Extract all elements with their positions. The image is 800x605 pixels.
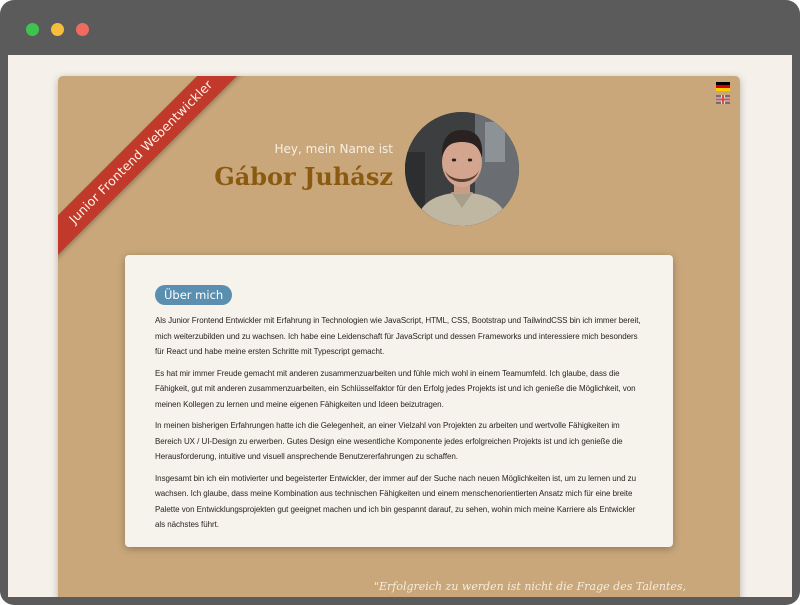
portfolio-card: Junior Frontend Webentwickler Hey, mein … xyxy=(58,76,740,597)
about-paragraph: Als Junior Frontend Entwickler mit Erfah… xyxy=(155,316,641,356)
maximize-button[interactable] xyxy=(26,23,39,36)
person-name: Gábor Juhász xyxy=(214,162,393,191)
about-section: Über mich Als Junior Frontend Entwickler… xyxy=(125,255,673,547)
language-switcher xyxy=(716,82,730,108)
profile-photo-illustration xyxy=(405,112,519,226)
greeting-text: Hey, mein Name ist xyxy=(274,142,393,156)
about-paragraph: Insgesamt bin ich ein motivierter und be… xyxy=(155,473,637,530)
close-button[interactable] xyxy=(76,23,89,36)
uk-flag-icon[interactable] xyxy=(716,95,730,104)
window-titlebar xyxy=(0,0,800,55)
minimize-button[interactable] xyxy=(51,23,64,36)
about-paragraph: Es hat mir immer Freude gemacht mit ande… xyxy=(155,368,636,409)
about-text: Als Junior Frontend Entwickler mit Erfah… xyxy=(155,313,647,539)
profile-photo xyxy=(405,112,519,226)
browser-window: Junior Frontend Webentwickler Hey, mein … xyxy=(0,0,800,605)
about-heading-badge: Über mich xyxy=(155,285,233,305)
about-paragraph: In meinen bisherigen Erfahrungen hatte i… xyxy=(155,421,623,461)
quote-text: "Erfolgreich zu werden ist nicht die Fra… xyxy=(373,580,687,593)
german-flag-icon[interactable] xyxy=(716,82,730,91)
page-viewport: Junior Frontend Webentwickler Hey, mein … xyxy=(8,55,792,597)
